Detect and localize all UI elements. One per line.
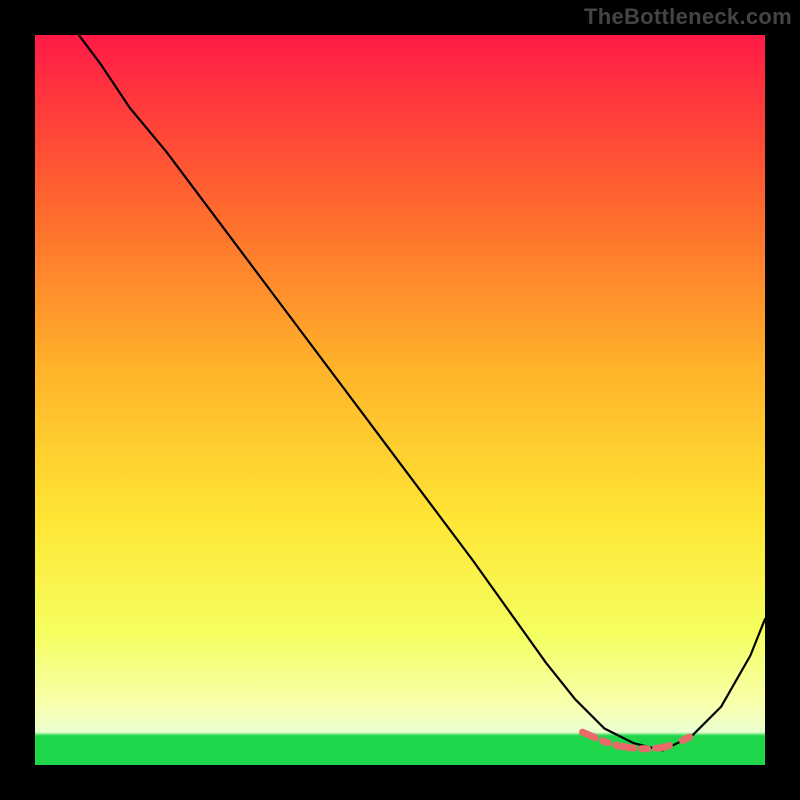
bottleneck-curve — [79, 35, 765, 750]
chart-overlay — [35, 35, 765, 765]
chart-container: TheBottleneck.com — [0, 0, 800, 800]
watermark: TheBottleneck.com — [584, 4, 792, 30]
plot-area — [35, 35, 765, 765]
optimal-zone — [583, 732, 693, 749]
